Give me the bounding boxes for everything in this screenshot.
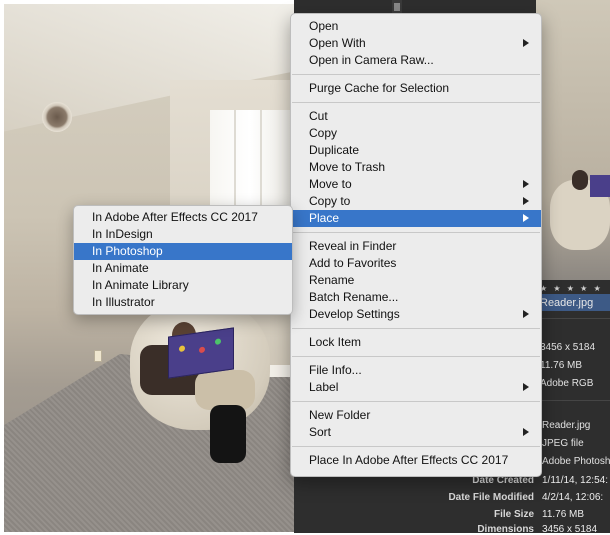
quick-info-colorspace: Adobe RGB — [540, 378, 594, 389]
bridge-window: ★ ★ ★ ★ ★ Reader.jpg 3456 x 5184 11.76 M… — [0, 0, 610, 535]
menu-item-label-submenu[interactable]: Label — [291, 379, 541, 396]
submenu-item-label: In Animate Library — [92, 278, 189, 292]
submenu-arrow-icon — [523, 180, 529, 188]
property-value: 1/11/14, 12:54: — [542, 475, 608, 486]
menu-item-cut[interactable]: Cut — [291, 108, 541, 125]
submenu-arrow-icon — [523, 428, 529, 436]
menu-item-open[interactable]: Open — [291, 18, 541, 35]
submenu-arrow-icon — [523, 197, 529, 205]
submenu-item-after-effects[interactable]: In Adobe After Effects CC 2017 — [74, 209, 292, 226]
menu-item-rename[interactable]: Rename — [291, 272, 541, 289]
context-menu: Open Open With Open in Camera Raw... Pur… — [290, 13, 542, 477]
quick-info-size: 11.76 MB — [540, 360, 583, 371]
property-label: Date File Modified — [448, 492, 534, 503]
property-value: 11.76 MB — [542, 509, 585, 520]
photo-outlet — [94, 350, 102, 362]
submenu-item-label: In InDesign — [92, 227, 153, 241]
menu-item-duplicate[interactable]: Duplicate — [291, 142, 541, 159]
submenu-item-animate-library[interactable]: In Animate Library — [74, 277, 292, 294]
property-label: File Size — [493, 509, 534, 520]
quick-info-dimensions: 3456 x 5184 — [540, 342, 596, 353]
menu-item-label: Develop Settings — [309, 307, 400, 321]
menu-separator — [292, 401, 540, 402]
submenu-arrow-icon — [523, 214, 529, 222]
property-value: 4/2/14, 12:06: — [542, 492, 604, 503]
submenu-item-indesign[interactable]: In InDesign — [74, 226, 292, 243]
thumbnail-book — [590, 175, 610, 197]
menu-item-label: Sort — [309, 425, 332, 439]
menu-item-copy-to[interactable]: Copy to — [291, 193, 541, 210]
menu-item-file-info[interactable]: File Info... — [291, 362, 541, 379]
menu-item-label: Label — [309, 380, 339, 394]
document-type-value: JPEG file — [542, 438, 584, 449]
menu-separator — [292, 446, 540, 447]
property-value: 3456 x 5184 — [542, 524, 598, 535]
menu-item-batch-rename[interactable]: Batch Rename... — [291, 289, 541, 306]
menu-item-sort[interactable]: Sort — [291, 424, 541, 441]
submenu-item-animate[interactable]: In Animate — [74, 260, 292, 277]
submenu-item-photoshop[interactable]: In Photoshop — [74, 243, 292, 260]
submenu-item-label: In Photoshop — [92, 244, 163, 258]
submenu-arrow-icon — [523, 383, 529, 391]
menu-separator — [292, 232, 540, 233]
photo-vent — [42, 102, 72, 132]
submenu-item-label: In Animate — [92, 261, 149, 275]
thumbnail-person — [572, 170, 588, 190]
menu-item-label: Reveal in Finder — [309, 239, 397, 253]
divider — [538, 400, 610, 401]
application-value: Adobe Photoshop — [542, 456, 610, 467]
menu-item-label: Rename — [309, 273, 355, 287]
menu-item-label: Open With — [309, 36, 366, 50]
menu-item-reveal-in-finder[interactable]: Reveal in Finder — [291, 238, 541, 255]
menu-item-label: Open — [309, 19, 339, 33]
menu-item-label: Place — [309, 211, 340, 225]
scroll-thumb[interactable] — [394, 3, 400, 11]
submenu-item-label: In Adobe After Effects CC 2017 — [92, 210, 258, 224]
menu-item-develop-settings[interactable]: Develop Settings — [291, 306, 541, 323]
photo-boots — [210, 405, 246, 463]
menu-item-label: Duplicate — [309, 143, 360, 157]
menu-item-label: Copy to — [309, 194, 351, 208]
menu-item-purge-cache[interactable]: Purge Cache for Selection — [291, 80, 541, 97]
menu-separator — [292, 356, 540, 357]
menu-item-label: Lock Item — [309, 335, 362, 349]
menu-item-label: Open in Camera Raw... — [309, 53, 434, 67]
menu-item-move-to-trash[interactable]: Move to Trash — [291, 159, 541, 176]
menu-item-label: Cut — [309, 109, 328, 123]
menu-item-label: Move to Trash — [309, 160, 386, 174]
menu-item-copy[interactable]: Copy — [291, 125, 541, 142]
menu-item-place-in-after-effects[interactable]: Place In Adobe After Effects CC 2017 — [291, 452, 541, 469]
menu-item-label: Purge Cache for Selection — [309, 81, 450, 95]
menu-item-label: Move to — [309, 177, 352, 191]
menu-item-label: Place In Adobe After Effects CC 2017 — [309, 453, 509, 467]
menu-item-open-in-camera-raw[interactable]: Open in Camera Raw... — [291, 52, 541, 69]
menu-item-label: Copy — [309, 126, 338, 140]
rating-stars[interactable]: ★ ★ ★ ★ ★ — [540, 284, 603, 293]
menu-separator — [292, 74, 540, 75]
submenu-item-label: In Illustrator — [92, 295, 155, 309]
place-submenu: In Adobe After Effects CC 2017 In InDesi… — [73, 205, 293, 315]
menu-item-label: Add to Favorites — [309, 256, 397, 270]
submenu-arrow-icon — [523, 39, 529, 47]
menu-item-open-with[interactable]: Open With — [291, 35, 541, 52]
menu-item-label: New Folder — [309, 408, 371, 422]
menu-item-place[interactable]: Place — [291, 210, 541, 227]
menu-item-new-folder[interactable]: New Folder — [291, 407, 541, 424]
divider — [538, 318, 610, 319]
file-name-value: Reader.jpg — [542, 420, 591, 431]
property-label: Dimensions — [477, 524, 534, 535]
menu-separator — [292, 328, 540, 329]
menu-item-label: Batch Rename... — [309, 290, 399, 304]
menu-item-lock-item[interactable]: Lock Item — [291, 334, 541, 351]
menu-separator — [292, 102, 540, 103]
menu-item-add-to-favorites[interactable]: Add to Favorites — [291, 255, 541, 272]
menu-item-move-to[interactable]: Move to — [291, 176, 541, 193]
thumbnail-filename[interactable]: Reader.jpg — [540, 297, 593, 309]
menu-item-label: File Info... — [309, 363, 362, 377]
submenu-item-illustrator[interactable]: In Illustrator — [74, 294, 292, 311]
submenu-arrow-icon — [523, 310, 529, 318]
photo-person-legs — [195, 370, 255, 410]
